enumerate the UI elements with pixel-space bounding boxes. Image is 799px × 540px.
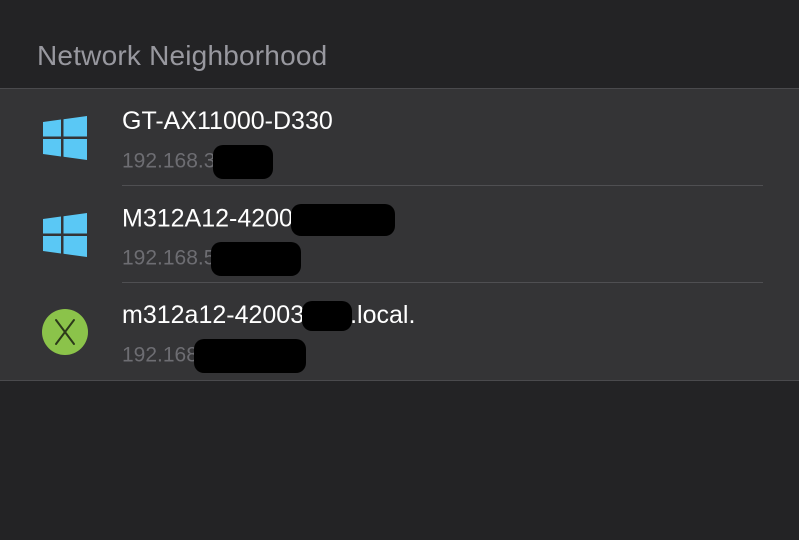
device-row[interactable]: M312A12-4200 192.168.5 bbox=[0, 186, 799, 283]
device-address-text: 192.168.5 bbox=[122, 246, 216, 270]
macos-x-icon bbox=[42, 309, 88, 355]
redaction-mark bbox=[211, 242, 302, 276]
device-address: 192.168 bbox=[122, 339, 306, 373]
device-address: 192.168.5 bbox=[122, 242, 302, 276]
device-name-suffix: .local. bbox=[350, 301, 416, 329]
device-name-prefix: m312a12-42003 bbox=[122, 301, 305, 329]
device-address-text: 192.168.3 bbox=[122, 149, 216, 173]
network-neighborhood-screen: Network Neighborhood GT-AX11000-D330 192… bbox=[0, 0, 799, 540]
section-header: Network Neighborhood bbox=[37, 40, 328, 71]
device-name-text: M312A12-4200 bbox=[122, 204, 293, 233]
device-address-text: 192.168 bbox=[122, 343, 198, 367]
device-row[interactable]: m312a12-42003 .local. 192.168 bbox=[0, 283, 799, 380]
device-address: 192.168.3 bbox=[122, 145, 274, 179]
device-list: GT-AX11000-D330 192.168.3 M312A12-4200 1… bbox=[0, 88, 799, 381]
redaction-mark bbox=[193, 339, 306, 373]
redaction-mark bbox=[302, 301, 353, 332]
device-row[interactable]: GT-AX11000-D330 192.168.3 bbox=[0, 89, 799, 186]
windows-logo-icon bbox=[43, 116, 87, 160]
redaction-mark bbox=[290, 204, 395, 236]
device-name: GT-AX11000-D330 bbox=[122, 107, 333, 135]
windows-logo-icon bbox=[43, 213, 87, 257]
device-name: m312a12-42003 .local. bbox=[122, 301, 416, 332]
redaction-mark bbox=[213, 145, 274, 179]
device-name: M312A12-4200 bbox=[122, 204, 395, 236]
